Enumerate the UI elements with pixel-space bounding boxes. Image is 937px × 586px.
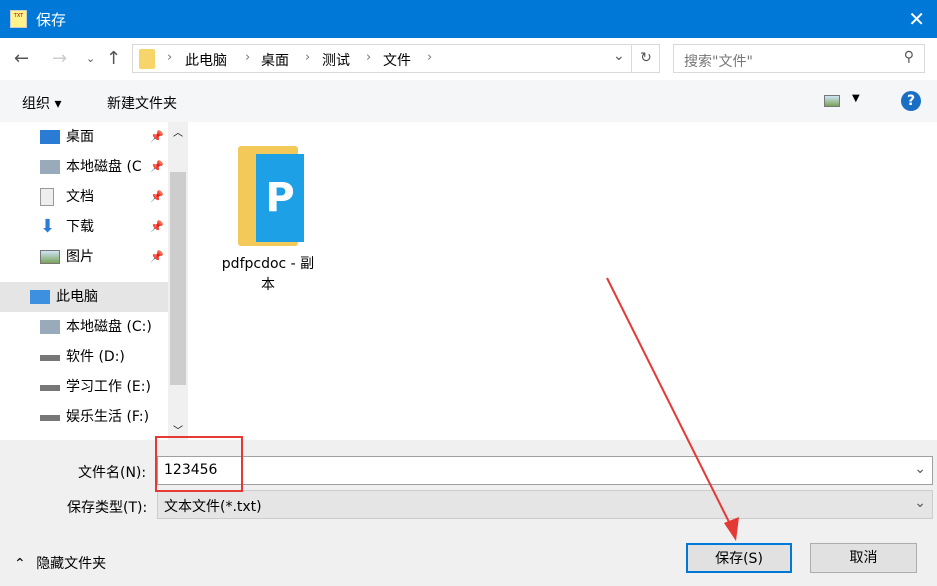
annotation-arrow	[606, 277, 739, 541]
